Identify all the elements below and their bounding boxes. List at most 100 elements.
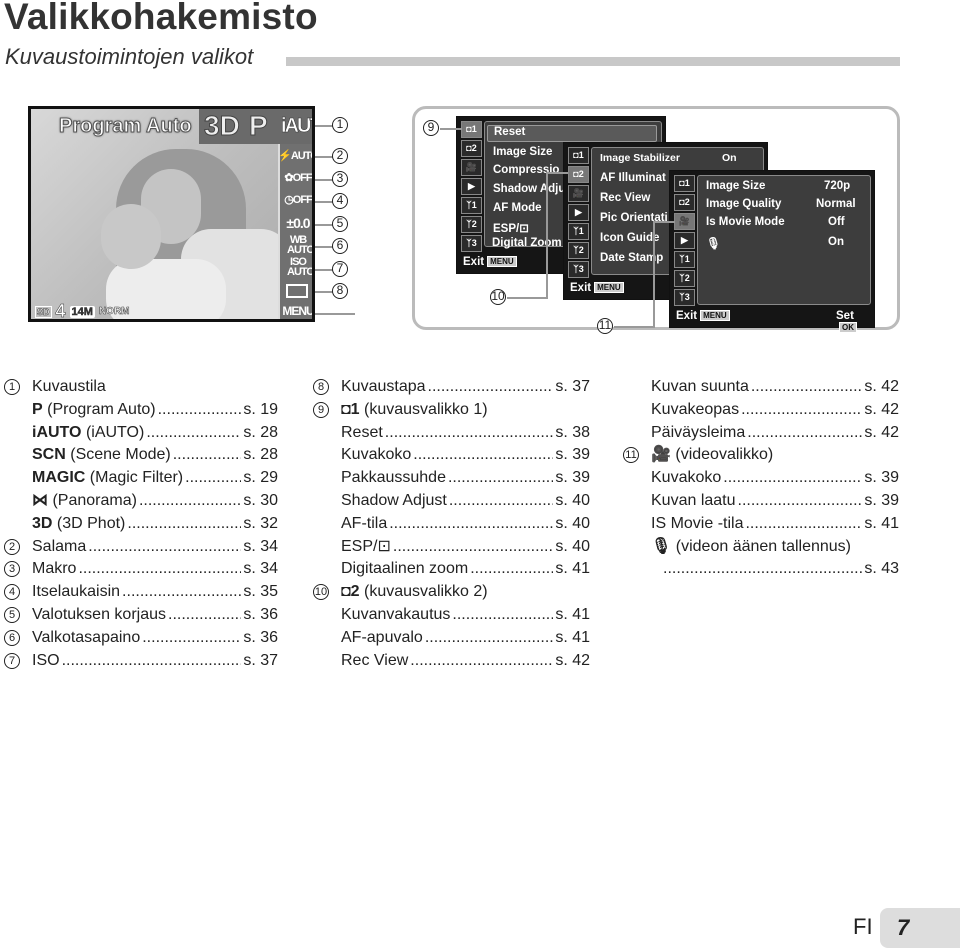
leader-dots: ........................................… xyxy=(750,378,862,395)
page-reference[interactable]: s. 40 xyxy=(555,513,590,535)
exit-button[interactable]: Exit MENU xyxy=(676,310,730,322)
menu-item-digital-zoom[interactable]: Digital Zoom xyxy=(492,237,562,249)
page-reference[interactable]: s. 39 xyxy=(555,444,590,466)
tab-camera-2-icon[interactable]: ◘2 xyxy=(568,166,589,183)
set-button[interactable]: SetOK xyxy=(836,310,874,334)
index-entry: SCN (Scene Mode)........................… xyxy=(4,444,278,466)
page-reference[interactable]: s. 42 xyxy=(555,650,590,672)
menu-item-compression[interactable]: Compressio xyxy=(493,164,559,176)
tab-playback-icon[interactable]: ▶ xyxy=(674,232,695,249)
menu-item-reset[interactable]: Reset xyxy=(487,125,657,142)
index-entry: 1 Kuvaustila xyxy=(4,376,278,398)
entry-label: Shadow Adjust xyxy=(341,490,447,512)
entry-text: Kuvakeopas xyxy=(651,400,740,418)
index-entry: 6 Valkotasapaino.........................… xyxy=(4,627,278,649)
tab-camera-2-icon[interactable]: ◘2 xyxy=(674,194,695,211)
entry-text: Salama xyxy=(32,537,87,555)
menu-item-microphone[interactable]: 🎙 On xyxy=(706,236,866,250)
entry-label: ⋈ (Panorama) xyxy=(32,490,137,512)
menu-item-image-size[interactable]: Image Size xyxy=(493,146,552,158)
menu-item-shadow-adjust[interactable]: Shadow Adju xyxy=(493,183,565,195)
entry-label: Itselaukaisin xyxy=(32,581,120,603)
tab-camera-1-icon[interactable]: ◘1 xyxy=(568,147,589,164)
page-reference[interactable]: s. 42 xyxy=(864,422,899,444)
index-entry: Kuvan suunta............................… xyxy=(623,376,899,398)
leader-dots: ........................................… xyxy=(172,446,242,464)
callout-number: 2 xyxy=(4,538,20,555)
mode-symbol-icon: SCN xyxy=(32,446,66,464)
menu-item-icon-guide[interactable]: Icon Guide xyxy=(600,232,659,244)
entry-label: 🎙 (videon äänen tallennus) xyxy=(651,536,851,558)
entry-label: Pakkaussuhde xyxy=(341,467,446,489)
entry-label: ◘2 (kuvausvalikko 2) xyxy=(341,581,488,603)
leader-dots: ........................................… xyxy=(384,423,554,441)
page-reference[interactable]: s. 40 xyxy=(555,490,590,512)
exit-button[interactable]: Exit MENU xyxy=(570,282,624,294)
page-reference[interactable]: s. 37 xyxy=(555,376,590,398)
page-reference[interactable]: s. 39 xyxy=(864,467,899,489)
tab-setup-3-icon[interactable]: ᛉ3 xyxy=(674,289,695,306)
tab-camera-1-icon[interactable]: ◘1 xyxy=(461,121,482,138)
page-reference[interactable]: s. 29 xyxy=(243,467,278,489)
page-reference[interactable]: s. 35 xyxy=(243,581,278,603)
callout-6: 6 xyxy=(332,238,348,254)
callout-number: 8 xyxy=(313,379,329,395)
page-reference[interactable]: s. 37 xyxy=(243,650,278,672)
exposure-value: ±0.0 xyxy=(286,215,310,231)
page-reference[interactable]: s. 42 xyxy=(864,376,899,398)
menu-item-is-movie-mode[interactable]: Is Movie Mode Off xyxy=(706,216,866,228)
menu-item-rec-view[interactable]: Rec View xyxy=(600,192,650,204)
page-title: Valikkohakemisto xyxy=(4,0,318,37)
tab-setup-1-icon[interactable]: ᛉ1 xyxy=(461,197,482,214)
tab-setup-1-icon[interactable]: ᛉ1 xyxy=(568,223,589,240)
page-reference[interactable]: s. 28 xyxy=(243,444,278,466)
leader-dots: ........................................… xyxy=(427,378,554,395)
entry-label: Kuvan suunta xyxy=(651,376,749,398)
tab-setup-2-icon[interactable]: ᛉ2 xyxy=(674,270,695,287)
page-reference[interactable]: s. 43 xyxy=(864,558,899,580)
page-reference[interactable]: s. 39 xyxy=(864,490,899,512)
tab-setup-2-icon[interactable]: ᛉ2 xyxy=(461,216,482,233)
page-reference[interactable]: s. 38 xyxy=(555,422,590,444)
page-reference[interactable]: s. 42 xyxy=(864,399,899,421)
page-reference[interactable]: s. 36 xyxy=(243,627,278,649)
movie-menu: ◘1 ◘2 🎥 ▶ ᛉ1 ᛉ2 ᛉ3 Image Size 720p Image … xyxy=(669,170,875,333)
page-reference[interactable]: s. 41 xyxy=(555,627,590,649)
tab-setup-2-icon[interactable]: ᛉ2 xyxy=(568,242,589,259)
mode-symbol-icon: 3D xyxy=(32,514,53,532)
page-reference[interactable]: s. 40 xyxy=(555,536,590,558)
page-reference[interactable]: s. 32 xyxy=(243,513,278,535)
page-reference[interactable]: s. 19 xyxy=(243,399,278,421)
page-reference[interactable]: s. 34 xyxy=(243,558,278,580)
menu-item-af-illuminator[interactable]: AF Illuminat xyxy=(600,172,666,184)
tab-camera-2-icon[interactable]: ◘2 xyxy=(461,140,482,157)
page-reference[interactable]: s. 41 xyxy=(555,558,590,580)
tab-playback-icon[interactable]: ▶ xyxy=(461,178,482,195)
page-reference[interactable]: s. 34 xyxy=(243,536,278,558)
tab-camera-1-icon[interactable]: ◘1 xyxy=(674,175,695,192)
page-reference[interactable]: s. 39 xyxy=(555,467,590,489)
index-entry: AF-tila.................................… xyxy=(313,513,590,535)
tab-setup-3-icon[interactable]: ᛉ3 xyxy=(568,261,589,278)
tab-setup-3-icon[interactable]: ᛉ3 xyxy=(461,235,482,252)
tab-movie-icon[interactable]: 🎥 xyxy=(674,213,695,230)
menu-item-movie-image-size[interactable]: Image Size 720p xyxy=(706,180,866,192)
page-reference[interactable]: s. 41 xyxy=(555,604,590,626)
tab-playback-icon[interactable]: ▶ xyxy=(568,204,589,221)
index-entry: ........................................… xyxy=(623,558,899,580)
page-reference[interactable]: s. 36 xyxy=(243,604,278,626)
index-entry: 8 Kuvaustapa.............................… xyxy=(313,376,590,398)
exit-button[interactable]: Exit MENU xyxy=(463,256,517,268)
page-reference[interactable]: s. 41 xyxy=(864,513,899,535)
entry-label: Kuvakeopas xyxy=(651,399,739,421)
menu-item-esp[interactable]: ESP/⊡ xyxy=(493,221,529,235)
tab-movie-icon[interactable]: 🎥 xyxy=(568,185,589,202)
menu-item-af-mode[interactable]: AF Mode xyxy=(493,202,542,214)
leader-dots: ........................................… xyxy=(447,469,553,487)
menu-item-image-quality[interactable]: Image Quality Normal xyxy=(706,198,866,210)
tab-setup-1-icon[interactable]: ᛉ1 xyxy=(674,251,695,268)
menu-item-image-stabilizer[interactable]: Image Stabilizer On xyxy=(600,152,737,164)
tab-movie-icon[interactable]: 🎥 xyxy=(461,159,482,176)
page-reference[interactable]: s. 28 xyxy=(243,422,278,444)
page-reference[interactable]: s. 30 xyxy=(243,490,278,512)
